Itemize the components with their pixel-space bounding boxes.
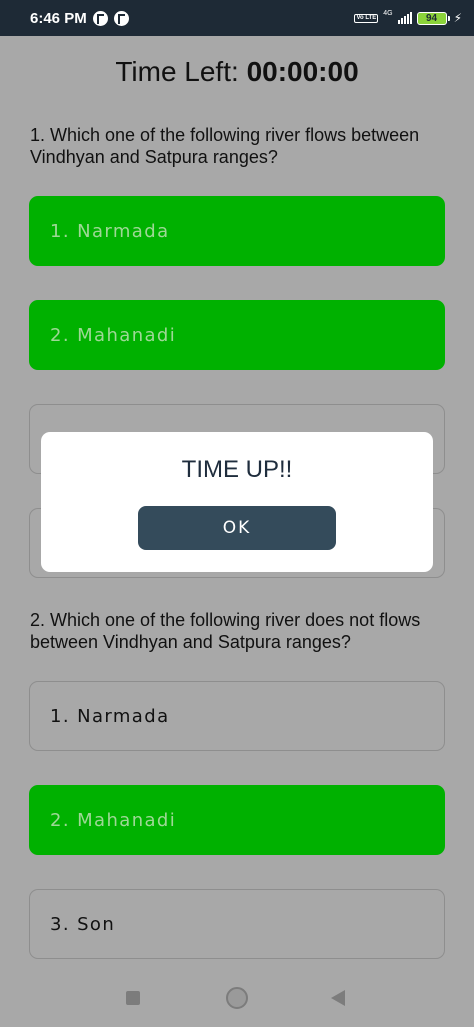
q2-option-3[interactable]: 3. Son bbox=[29, 889, 445, 959]
app-notification-icon bbox=[113, 10, 129, 26]
ok-button[interactable]: OK bbox=[138, 506, 336, 550]
dialog-title: TIME UP!! bbox=[181, 456, 293, 483]
recents-icon[interactable] bbox=[126, 991, 140, 1005]
time-left: Time Left: 00:00:00 bbox=[0, 56, 474, 88]
q2-option-2[interactable]: 2. Mahanadi bbox=[29, 785, 445, 855]
q1-option-2[interactable]: 2. Mahanadi bbox=[29, 300, 445, 370]
battery-icon: 94 bbox=[416, 11, 450, 25]
app-notification-icon bbox=[92, 10, 108, 26]
time-left-label: Time Left: bbox=[115, 56, 239, 87]
network-type-label: 4G bbox=[383, 9, 393, 17]
question-1-text: 1. Which one of the following river flow… bbox=[30, 125, 420, 167]
time-up-dialog: TIME UP!! OK bbox=[41, 432, 433, 572]
status-icons: Vo LTE 4G 94 ⚡ bbox=[354, 9, 462, 25]
back-icon[interactable] bbox=[331, 990, 345, 1006]
charging-icon: ⚡ bbox=[453, 11, 462, 25]
home-icon[interactable] bbox=[226, 987, 248, 1009]
time-left-value: 00:00:00 bbox=[246, 56, 359, 87]
signal-icon bbox=[397, 12, 412, 24]
q1-option-1[interactable]: 1. Narmada bbox=[29, 196, 445, 266]
q2-option-1[interactable]: 1. Narmada bbox=[29, 681, 445, 751]
status-bar: 6:46 PM Vo LTE 4G 94 ⚡ bbox=[0, 0, 474, 36]
question-2-text: 2. Which one of the following river does… bbox=[30, 610, 421, 652]
status-time: 6:46 PM bbox=[30, 9, 87, 27]
navigation-bar bbox=[0, 970, 474, 1027]
volte-icon: Vo LTE bbox=[354, 13, 379, 23]
